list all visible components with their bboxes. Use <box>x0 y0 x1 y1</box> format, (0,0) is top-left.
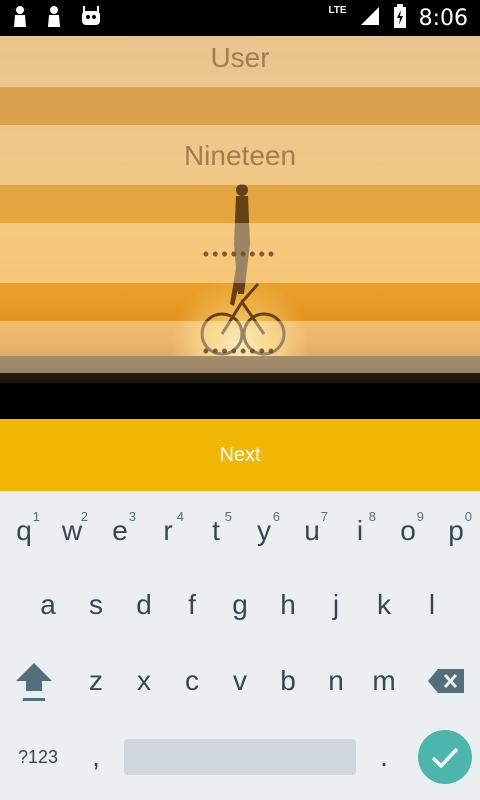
space-bar[interactable] <box>124 739 356 775</box>
shift-arrow-icon <box>16 663 52 701</box>
name-input[interactable]: Nineteen <box>0 140 480 172</box>
key-c[interactable]: c <box>168 651 216 711</box>
key-hint: 0 <box>464 509 472 524</box>
username-input[interactable]: User <box>0 42 480 74</box>
checkmark-icon <box>431 747 459 768</box>
status-bar: LTE 8:06 <box>0 0 480 36</box>
key-e[interactable]: 3e <box>96 501 144 561</box>
key-d[interactable]: d <box>120 575 168 635</box>
person-icon <box>46 5 62 32</box>
key-t[interactable]: 5t <box>192 501 240 561</box>
key-i[interactable]: 8i <box>336 501 384 561</box>
key-label: r <box>163 515 173 546</box>
key-hint: 2 <box>80 509 88 524</box>
enter-key[interactable] <box>418 730 472 784</box>
key-z[interactable]: z <box>72 651 120 711</box>
key-label: t <box>212 515 220 546</box>
key-g[interactable]: g <box>216 575 264 635</box>
key-hint: 5 <box>224 509 232 524</box>
key-label: p <box>448 515 464 546</box>
key-hint: 8 <box>368 509 376 524</box>
confirm-password-input[interactable]: •••••••• <box>0 341 480 362</box>
key-hint: 6 <box>272 509 280 524</box>
divider-band <box>0 185 480 223</box>
key-f[interactable]: f <box>168 575 216 635</box>
key-x[interactable]: x <box>120 651 168 711</box>
status-right: LTE 8:06 <box>328 3 468 33</box>
key-p[interactable]: 0p <box>432 501 480 561</box>
key-label: q <box>16 515 32 546</box>
key-q[interactable]: 1q <box>0 501 48 561</box>
key-a[interactable]: a <box>24 575 72 635</box>
status-left <box>12 5 102 32</box>
divider-band <box>0 87 480 125</box>
key-r[interactable]: 4r <box>144 501 192 561</box>
key-period[interactable]: . <box>360 727 408 787</box>
key-label: e <box>112 515 128 546</box>
key-s[interactable]: s <box>72 575 120 635</box>
key-comma[interactable]: , <box>72 727 120 787</box>
key-label: u <box>304 515 320 546</box>
key-hint: 3 <box>128 509 136 524</box>
person-icon <box>12 5 28 32</box>
soft-keyboard: 1q 2w 3e 4r 5t 6y 7u 8i 9o 0p a s d f g … <box>0 491 480 800</box>
divider-band <box>0 283 480 321</box>
backspace-key[interactable] <box>420 651 472 711</box>
key-hint: 4 <box>176 509 184 524</box>
backspace-icon <box>428 669 464 693</box>
key-hint: 7 <box>320 509 328 524</box>
key-label: i <box>356 515 364 546</box>
clock: 8:06 <box>418 5 468 31</box>
symbols-key[interactable]: ?123 <box>10 727 66 787</box>
battery-icon <box>393 3 407 33</box>
key-y[interactable]: 6y <box>240 501 288 561</box>
key-h[interactable]: h <box>264 575 312 635</box>
key-u[interactable]: 7u <box>288 501 336 561</box>
key-b[interactable]: b <box>264 651 312 711</box>
network-label: LTE <box>328 4 347 16</box>
signal-icon <box>359 5 381 32</box>
key-v[interactable]: v <box>216 651 264 711</box>
key-label: w <box>61 515 83 546</box>
key-hint: 9 <box>416 509 424 524</box>
key-j[interactable]: j <box>312 575 360 635</box>
next-button[interactable]: Next <box>0 419 480 491</box>
key-k[interactable]: k <box>360 575 408 635</box>
shift-key[interactable] <box>8 651 60 711</box>
password-input[interactable]: •••••••• <box>0 244 480 265</box>
key-w[interactable]: 2w <box>48 501 96 561</box>
key-hint: 1 <box>32 509 40 524</box>
key-n[interactable]: n <box>312 651 360 711</box>
key-m[interactable]: m <box>360 651 408 711</box>
background-image: User Nineteen •••••••• •••••••• <box>0 36 480 383</box>
key-label: y <box>257 515 271 546</box>
key-label: o <box>400 515 416 546</box>
spacer-strip <box>0 383 480 419</box>
key-l[interactable]: l <box>408 575 456 635</box>
key-o[interactable]: 9o <box>384 501 432 561</box>
android-icon <box>80 5 102 31</box>
